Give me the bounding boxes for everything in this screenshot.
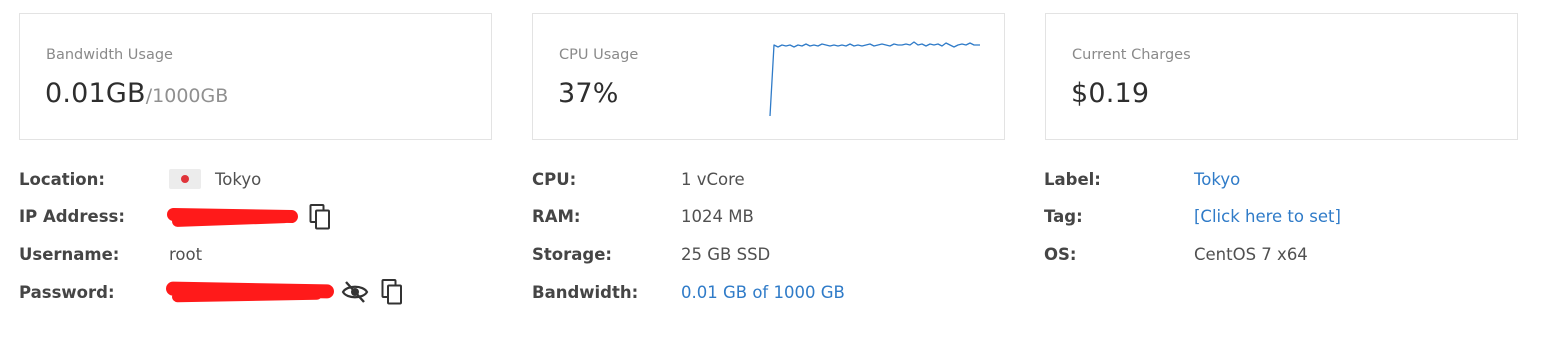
bandwidth-total-value: /1000GB [145,85,229,107]
storage-label: Storage: [532,245,612,264]
label-value-link[interactable]: Tokyo [1194,168,1240,192]
label-row: Label: Tokyo [1044,168,1504,192]
tag-row: Tag: [Click here to set] [1044,205,1504,229]
ram-row: RAM: 1024 MB [532,205,992,229]
copy-icon[interactable] [308,203,334,231]
location-row: Location: Tokyo [19,168,479,192]
bandwidth-label: Bandwidth: [532,283,639,302]
ram-label: RAM: [532,207,581,226]
password-label: Password: [19,283,115,302]
ram-value: 1024 MB [681,207,754,226]
cpu-usage-title: CPU Usage [559,47,639,63]
username-label: Username: [19,245,120,264]
cpu-usage-sparkline [769,41,980,117]
eye-slash-icon[interactable] [341,278,369,306]
bandwidth-value-link[interactable]: 0.01 GB of 1000 GB [681,281,845,305]
username-row: Username: root [19,243,479,267]
tag-label: Tag: [1044,207,1083,226]
location-label: Location: [19,170,105,189]
storage-value: 25 GB SSD [681,245,771,264]
japan-flag-icon [169,169,201,189]
label-label: Label: [1044,170,1101,189]
os-label: OS: [1044,245,1077,264]
bandwidth-used-value: 0.01GB [45,78,146,109]
os-value: CentOS 7 x64 [1194,245,1308,264]
username-value: root [169,245,203,264]
os-row: OS: CentOS 7 x64 [1044,243,1504,267]
location-value: Tokyo [215,170,262,189]
ip-address-label: IP Address: [19,207,125,226]
bandwidth-row: Bandwidth: 0.01 GB of 1000 GB [532,281,992,305]
cpu-value: 1 vCore [681,170,745,189]
cpu-label: CPU: [532,170,577,189]
bandwidth-usage-card: Bandwidth Usage 0.01GB/1000GB [19,13,492,140]
copy-icon[interactable] [380,278,406,306]
location-value-wrap: Tokyo [169,168,261,192]
cpu-row: CPU: 1 vCore [532,168,992,192]
bandwidth-usage-value: 0.01GB/1000GB [45,78,228,109]
cpu-usage-card: CPU Usage 37% [532,13,1005,140]
cpu-sparkline-line [769,41,980,117]
cpu-usage-value: 37% [558,78,619,109]
bandwidth-usage-title: Bandwidth Usage [46,47,173,63]
current-charges-title: Current Charges [1072,47,1191,63]
current-charges-value: $0.19 [1071,78,1150,109]
storage-row: Storage: 25 GB SSD [532,243,992,267]
current-charges-card: Current Charges $0.19 [1045,13,1518,140]
tag-set-link[interactable]: [Click here to set] [1194,205,1341,229]
